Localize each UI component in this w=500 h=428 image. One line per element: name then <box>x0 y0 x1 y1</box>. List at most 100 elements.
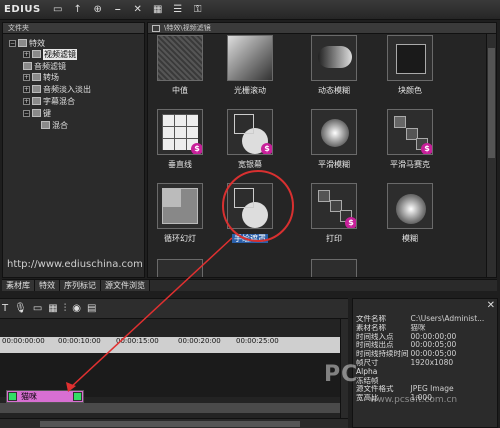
line-icon[interactable]: ⎯ <box>111 3 125 17</box>
view-icon[interactable]: ▦ <box>151 3 165 17</box>
mic-icon[interactable]: 🎙 <box>14 303 27 314</box>
info-key: 文件名称 <box>356 315 386 323</box>
folder-icon <box>41 121 50 129</box>
tree-item[interactable]: + 视频滤镜 <box>23 48 77 60</box>
info-value: C:\Users\Administ... <box>410 315 485 323</box>
folder-icon <box>18 39 27 47</box>
loop-slide-thumb-icon <box>157 183 203 229</box>
info-value: 00:00:00;00 <box>410 332 457 341</box>
info-row: 源文件格式 JPEG Image <box>355 385 495 394</box>
effect-item[interactable]: 动态模糊 <box>304 35 364 96</box>
folder-path-icon <box>152 25 160 32</box>
effect-item[interactable]: $ 打印 <box>304 183 364 244</box>
trim-icon[interactable]: T <box>2 303 8 314</box>
tree-item[interactable]: − 键 <box>23 107 51 119</box>
app-brand: EDIUS <box>4 4 41 15</box>
track-strip <box>0 403 340 413</box>
folder-icon <box>32 97 41 105</box>
tree-item[interactable]: + 音频淡入淡出 <box>23 83 91 95</box>
lock-icon[interactable]: ⚿ <box>191 3 205 17</box>
curve-thumb-icon: $ <box>227 109 273 155</box>
info-key: 时间线出点 <box>356 341 394 350</box>
up-folder-icon[interactable]: ↑ <box>71 3 85 17</box>
info-row: Alpha <box>355 368 495 377</box>
ruler-tick: 00:00:00:00 <box>2 337 45 345</box>
effect-item[interactable]: 块颜色 <box>380 35 440 96</box>
folder-icon <box>32 73 41 81</box>
grid-icon[interactable]: ▦ <box>48 303 57 314</box>
effect-item[interactable]: $ 垂直线 <box>150 109 210 170</box>
timeline-clip[interactable]: 猫咪 <box>6 390 84 403</box>
track-icon[interactable]: ▭ <box>33 303 42 314</box>
color-icon[interactable]: ◉ <box>72 303 81 314</box>
timeline-panel: T 🎙 ▭ ▦ ⫶ ◉ ▤ 00:00:00:00 00:00:10:00 00:0… <box>0 298 348 428</box>
effects-path: \特效\视频滤镜 <box>148 23 496 34</box>
info-value: 00:00:05;00 <box>410 350 457 359</box>
new-item-icon[interactable]: ⊕ <box>91 3 105 17</box>
close-icon[interactable]: ✕ <box>487 300 495 311</box>
bin-tabs: 素材库 特效 序列标记 源文件浏览 <box>2 279 497 291</box>
clip-in-icon <box>8 392 17 401</box>
plugin-badge-icon: $ <box>345 217 356 228</box>
effect-item[interactable]: 模糊 <box>380 183 440 244</box>
effect-thumb-partial[interactable] <box>311 259 357 277</box>
bin-tab[interactable]: 特效 <box>35 280 60 291</box>
effect-item[interactable]: $ 平滑马赛克 <box>380 109 440 170</box>
pc-watermark: PC <box>324 362 359 387</box>
effect-thumb-partial[interactable] <box>157 259 203 277</box>
tree-item[interactable]: 混合 <box>41 119 68 131</box>
effect-name: 模糊 <box>402 234 418 243</box>
expander-icon[interactable]: + <box>23 85 30 93</box>
info-value: 猫咪 <box>410 323 426 332</box>
mixer-icon[interactable]: ⫶ <box>64 303 67 314</box>
expander-icon[interactable]: + <box>23 97 30 105</box>
expander-icon[interactable]: − <box>9 39 16 47</box>
info-table: 文件名称 C:\Users\Administ... 素材名称 猫咪 时间线入点 00:00… <box>355 315 495 403</box>
info-key: 帧尺寸 <box>356 358 379 367</box>
tree-item-label: 混合 <box>52 120 68 130</box>
info-value: 00:00:05;00 <box>410 341 457 350</box>
bin-tab[interactable]: 序列标记 <box>60 280 101 291</box>
folder-icon <box>23 62 32 70</box>
tree-header: 文件夹 <box>3 23 144 34</box>
timeline-hscroll[interactable] <box>0 418 348 428</box>
menu-icon[interactable]: ▤ <box>87 303 96 314</box>
effect-item[interactable]: 光栅滚动 <box>220 35 280 96</box>
expander-icon[interactable]: + <box>23 73 30 81</box>
timeline-ruler[interactable]: 00:00:00:00 00:00:10:00 00:00:15:00 00:00:2… <box>0 337 340 353</box>
info-row: 时间线出点 00:00:05;00 <box>355 341 495 350</box>
bin-tab[interactable]: 素材库 <box>2 280 35 291</box>
grid-scrollbar[interactable] <box>486 34 496 277</box>
info-key: 源文件格式 <box>356 385 394 394</box>
effect-name: 动态模糊 <box>318 86 350 95</box>
tree-item[interactable]: + 字幕混合 <box>23 95 75 107</box>
motion-blur-thumb-icon <box>311 35 357 81</box>
print-thumb-icon: $ <box>311 183 357 229</box>
folder-icon[interactable]: ▭ <box>51 3 65 17</box>
blur-thumb-icon <box>387 183 433 229</box>
info-row: 素材名称 猫咪 <box>355 324 495 333</box>
tree-item[interactable]: + 转场 <box>23 71 59 83</box>
bin-tab[interactable]: 源文件浏览 <box>101 280 150 291</box>
tree-item-label: 音频淡入淡出 <box>43 84 91 94</box>
info-value: JPEG Image <box>410 385 454 394</box>
info-key: Alpha <box>356 367 378 376</box>
info-row: 冻结帧 <box>355 377 495 386</box>
list-icon[interactable]: ☰ <box>171 3 185 17</box>
clip-label: 猫咪 <box>21 392 37 401</box>
ruler-tick: 00:00:10:00 <box>58 337 101 345</box>
pcsoft-watermark: www.pcsoft.com.cn <box>370 395 458 405</box>
effect-item[interactable]: 中值 <box>150 35 210 96</box>
effect-name: 平滑马赛克 <box>390 160 430 169</box>
tree-item-label: 特效 <box>29 38 45 48</box>
effect-item[interactable]: 循环幻灯 <box>150 183 210 244</box>
effect-item[interactable]: 平滑模糊 <box>304 109 364 170</box>
info-row: 时间线持续时间 00:00:05;00 <box>355 350 495 359</box>
info-key: 时间线持续时间 <box>356 350 409 359</box>
effect-item[interactable]: $ 宽银幕 <box>220 109 280 170</box>
info-value <box>410 377 496 386</box>
info-value <box>410 368 496 377</box>
expander-icon[interactable]: − <box>23 109 30 117</box>
expander-icon[interactable]: + <box>23 50 30 58</box>
delete-icon[interactable]: ✕ <box>131 3 145 17</box>
